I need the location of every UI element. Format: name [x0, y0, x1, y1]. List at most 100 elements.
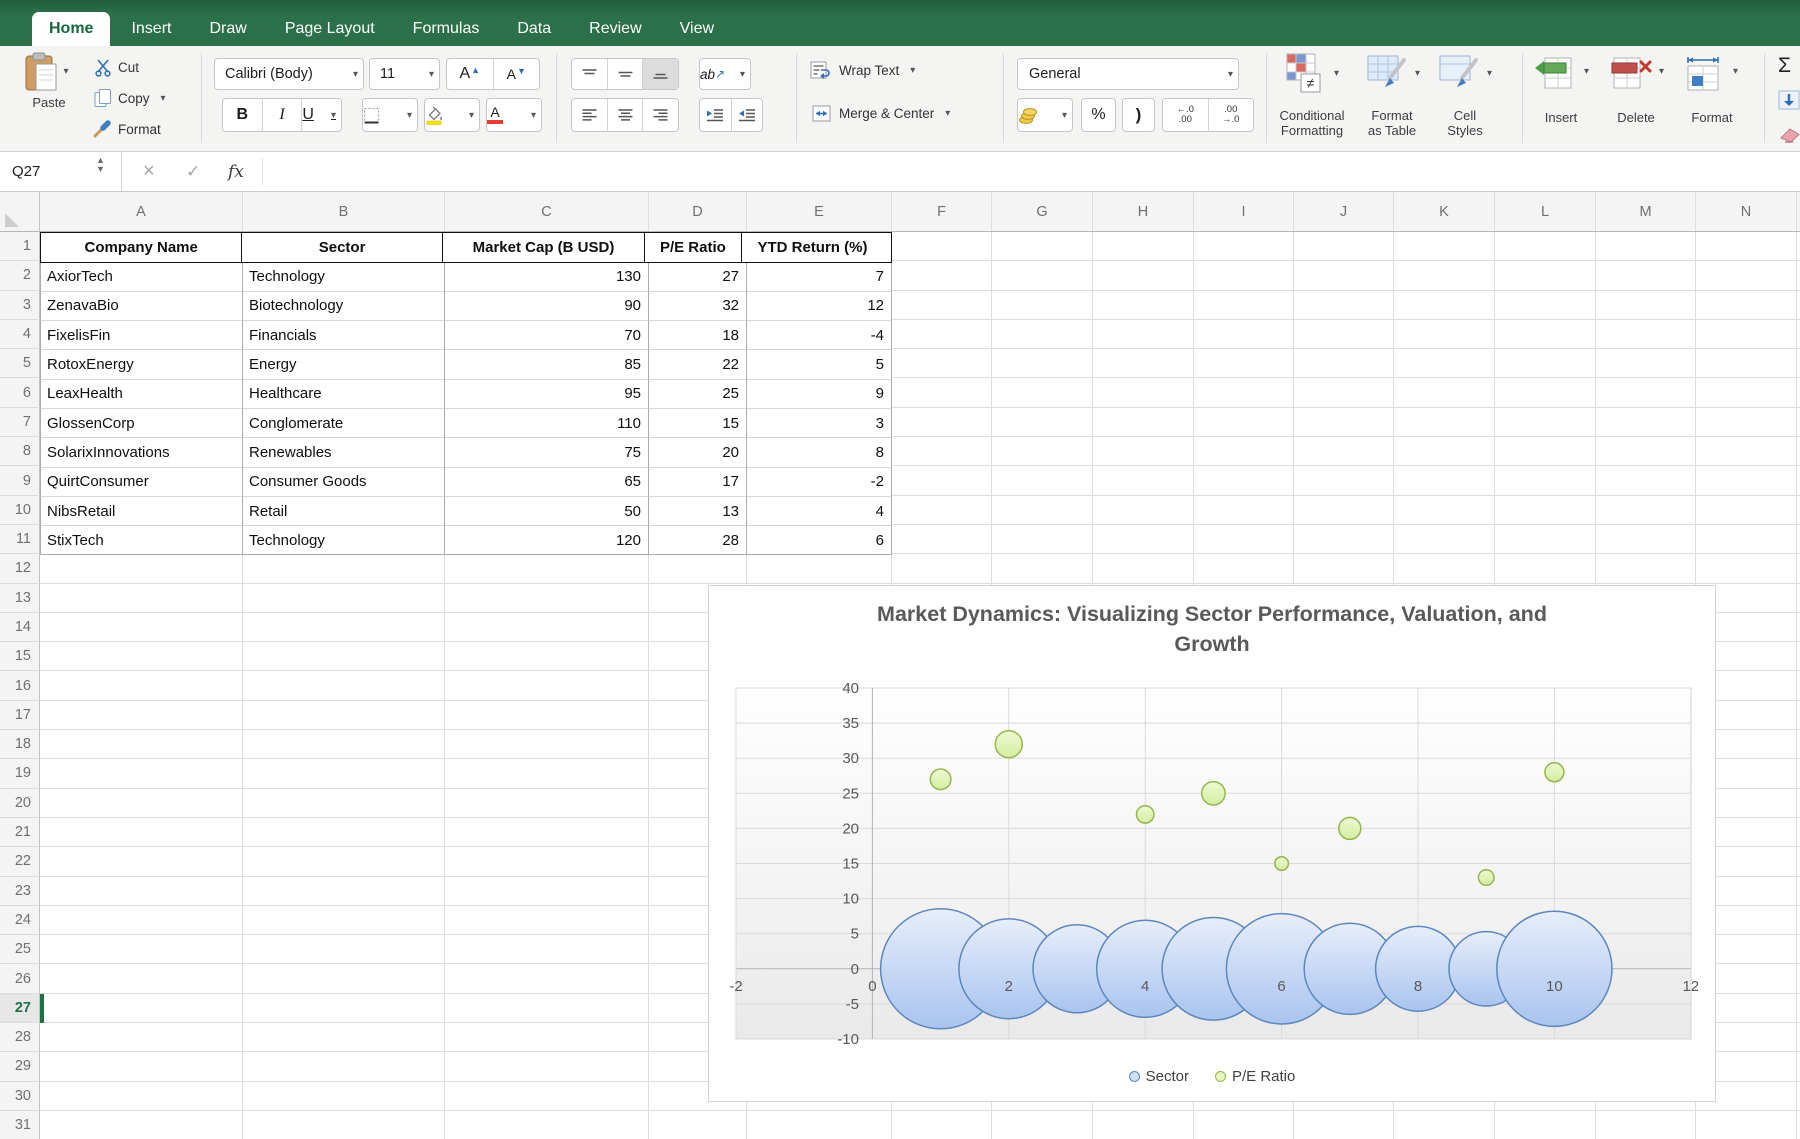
align-right-button[interactable] [643, 99, 678, 131]
row-header-13[interactable]: 13 [0, 584, 40, 613]
column-header-M[interactable]: M [1596, 192, 1696, 231]
table-cell[interactable]: 18 [649, 321, 747, 350]
orientation-button[interactable]: ab ↗ ▾ [699, 58, 751, 90]
paste-button[interactable]: ▾ Paste [16, 52, 82, 110]
number-format-select[interactable]: General ▾ [1017, 58, 1239, 90]
borders-dropdown-icon[interactable]: ▾ [402, 110, 417, 121]
column-header-E[interactable]: E [747, 192, 892, 231]
column-header-A[interactable]: A [40, 192, 243, 231]
row-header-3[interactable]: 3 [0, 291, 40, 320]
row-header-2[interactable]: 2 [0, 261, 40, 290]
table-header-cell[interactable]: P/E Ratio [645, 233, 741, 262]
align-bottom-button[interactable] [643, 59, 678, 89]
comma-style-button[interactable]: ) [1122, 98, 1155, 132]
autosum-button[interactable]: Σ [1778, 54, 1791, 78]
column-header-D[interactable]: D [649, 192, 747, 231]
table-cell[interactable]: 15 [649, 409, 747, 438]
column-header-F[interactable]: F [892, 192, 992, 231]
column-header-I[interactable]: I [1194, 192, 1294, 231]
copy-button[interactable]: Copy ▾ [94, 88, 171, 108]
row-header-20[interactable]: 20 [0, 789, 40, 818]
table-cell[interactable]: GlossenCorp [40, 409, 243, 438]
fill-down-button[interactable] [1778, 90, 1800, 110]
row-header-15[interactable]: 15 [0, 642, 40, 671]
legend-item[interactable]: Sector [1129, 1068, 1189, 1085]
align-left-button[interactable] [572, 99, 608, 131]
table-cell[interactable]: Technology [243, 263, 445, 292]
row-header-27[interactable]: 27 [0, 994, 40, 1023]
format-as-table-button[interactable]: ▾ [1366, 52, 1425, 102]
column-header-H[interactable]: H [1093, 192, 1194, 231]
table-cell[interactable]: 20 [649, 438, 747, 467]
row-header-31[interactable]: 31 [0, 1111, 40, 1139]
row-header-5[interactable]: 5 [0, 349, 40, 378]
percent-style-button[interactable]: % [1081, 98, 1116, 132]
row-header-22[interactable]: 22 [0, 847, 40, 876]
row-header-17[interactable]: 17 [0, 701, 40, 730]
tab-page-layout[interactable]: Page Layout [268, 12, 392, 46]
row-header-7[interactable]: 7 [0, 408, 40, 437]
row-header-26[interactable]: 26 [0, 964, 40, 993]
font-size-select[interactable]: 11 ▾ [369, 58, 440, 90]
wrap-text-dropdown-icon[interactable]: ▾ [905, 65, 920, 76]
table-cell[interactable]: AxiorTech [40, 263, 243, 292]
table-cell[interactable]: 75 [445, 438, 649, 467]
row-header-25[interactable]: 25 [0, 935, 40, 964]
table-cell[interactable]: 70 [445, 321, 649, 350]
fill-color-button[interactable]: ▾ [424, 98, 480, 132]
conditional-formatting-button[interactable]: ≠ ▾ [1285, 52, 1344, 102]
table-cell[interactable]: LeaxHealth [40, 380, 243, 409]
table-cell[interactable]: 120 [445, 526, 649, 555]
enter-button[interactable]: ✓ [186, 152, 200, 191]
row-header-30[interactable]: 30 [0, 1082, 40, 1111]
decrease-font-button[interactable]: A▼ [494, 59, 540, 89]
table-cell[interactable]: Healthcare [243, 380, 445, 409]
bold-button[interactable]: B [223, 99, 263, 131]
table-cell[interactable]: RotoxEnergy [40, 350, 243, 379]
table-cell[interactable]: 9 [747, 380, 892, 409]
cut-button[interactable]: Cut [94, 58, 139, 77]
table-cell[interactable]: -2 [747, 468, 892, 497]
font-color-button[interactable]: A ▾ [486, 98, 542, 132]
select-all-corner[interactable] [0, 192, 40, 231]
table-cell[interactable]: ZenavaBio [40, 292, 243, 321]
tab-data[interactable]: Data [500, 12, 568, 46]
column-header-G[interactable]: G [992, 192, 1093, 231]
fx-icon[interactable]: fx [228, 152, 244, 191]
table-header-cell[interactable]: Sector [242, 233, 442, 262]
underline-button[interactable]: U▾ [302, 99, 341, 131]
row-header-12[interactable]: 12 [0, 554, 40, 583]
format-painter-button[interactable]: Format [92, 120, 161, 138]
row-header-29[interactable]: 29 [0, 1052, 40, 1081]
table-cell[interactable]: Energy [243, 350, 445, 379]
row-header-4[interactable]: 4 [0, 320, 40, 349]
table-cell[interactable]: 90 [445, 292, 649, 321]
table-cell[interactable]: -4 [747, 321, 892, 350]
table-cell[interactable]: 13 [649, 497, 747, 526]
table-cell[interactable]: QuirtConsumer [40, 468, 243, 497]
row-header-28[interactable]: 28 [0, 1023, 40, 1052]
column-header-N[interactable]: N [1696, 192, 1797, 231]
name-box-stepper[interactable]: ▲▼ [96, 156, 105, 174]
accounting-format-button[interactable]: ▾ [1017, 98, 1073, 132]
table-cell[interactable]: 8 [747, 438, 892, 467]
table-cell[interactable]: Conglomerate [243, 409, 445, 438]
row-header-24[interactable]: 24 [0, 906, 40, 935]
decrease-decimal-button[interactable]: .00→.0 [1209, 99, 1254, 131]
paste-dropdown-icon[interactable]: ▾ [58, 66, 73, 77]
row-header-19[interactable]: 19 [0, 759, 40, 788]
row-header-11[interactable]: 11 [0, 525, 40, 554]
merge-center-dropdown-icon[interactable]: ▾ [940, 108, 955, 119]
font-color-dropdown-icon[interactable]: ▾ [526, 110, 541, 121]
row-header-23[interactable]: 23 [0, 877, 40, 906]
table-cell[interactable]: 27 [649, 263, 747, 292]
table-cell[interactable]: 4 [747, 497, 892, 526]
borders-button[interactable]: ▾ [362, 98, 418, 132]
align-center-button[interactable] [608, 99, 644, 131]
table-header-cell[interactable]: Company Name [41, 233, 242, 262]
column-header-B[interactable]: B [243, 192, 445, 231]
row-header-8[interactable]: 8 [0, 437, 40, 466]
tab-insert[interactable]: Insert [114, 12, 188, 46]
formula-input[interactable] [263, 152, 1800, 191]
cancel-button[interactable]: × [143, 152, 155, 191]
